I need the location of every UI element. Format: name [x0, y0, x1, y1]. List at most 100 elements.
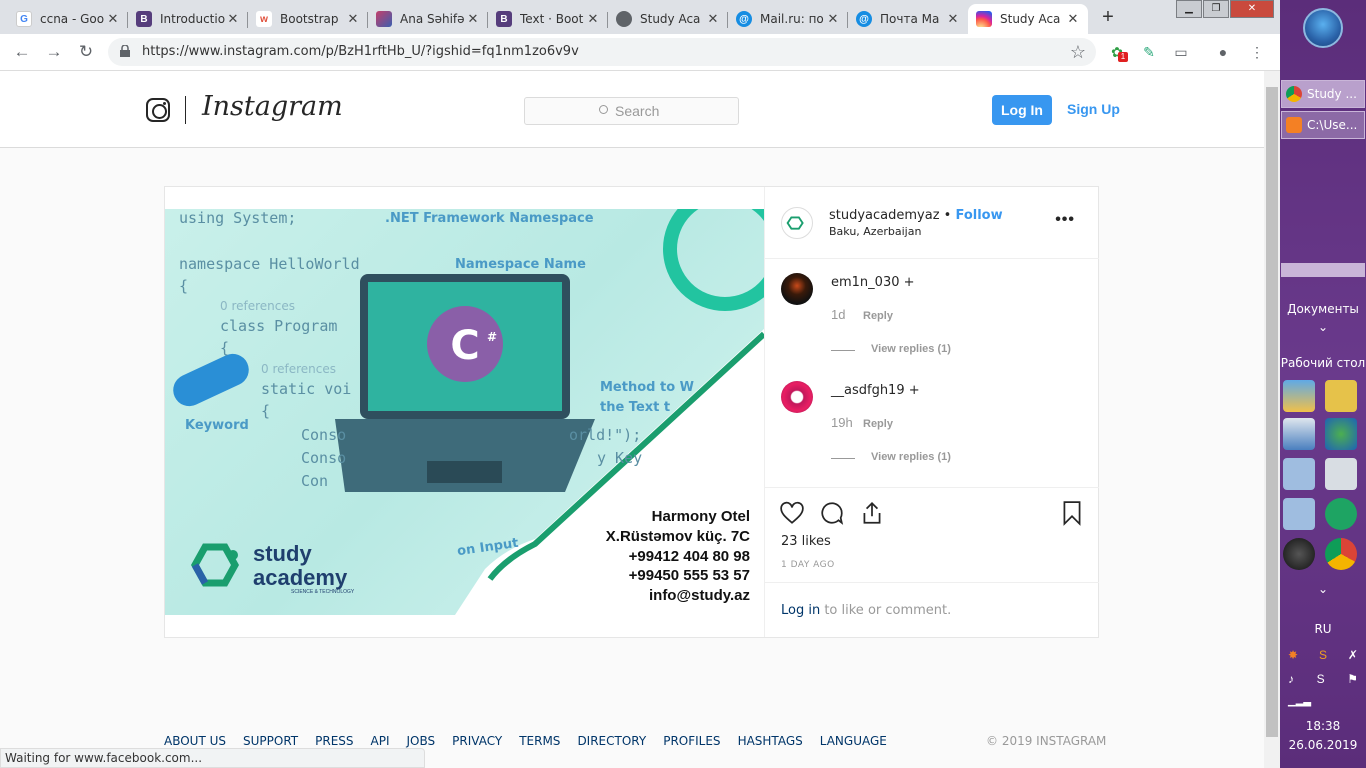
volume-icon[interactable]: ♪	[1288, 672, 1294, 688]
cast-icon[interactable]: ▭	[1172, 43, 1190, 61]
tab-study-academy-active[interactable]: Study Aca ✕	[968, 4, 1088, 34]
control-panel-icon[interactable]	[1283, 498, 1315, 530]
profile-icon[interactable]: ●	[1214, 43, 1232, 61]
bookmark-star-icon[interactable]: ☆	[1070, 42, 1086, 63]
close-icon[interactable]: ✕	[586, 11, 600, 27]
chevron-down-icon[interactable]: ⌄	[1280, 320, 1366, 334]
close-icon[interactable]: ✕	[466, 11, 480, 27]
account-name[interactable]: studyacademyaz • Follow	[829, 208, 1003, 223]
user-folder-icon[interactable]	[1325, 380, 1357, 412]
tab-pochta[interactable]: @ Почта Ма ✕	[848, 4, 968, 34]
footer-link-hashtags[interactable]: HASHTAGS	[738, 734, 803, 748]
post-image[interactable]: C # using System; .NET Framework Namespa…	[165, 209, 764, 615]
computer-icon[interactable]	[1283, 418, 1315, 450]
extension-icon[interactable]: ✿ 1	[1108, 43, 1128, 62]
close-icon[interactable]: ✕	[226, 11, 240, 27]
instagram-wordmark[interactable]: Instagram	[202, 91, 343, 122]
forward-arrow-icon[interactable]: →	[44, 42, 64, 62]
close-icon[interactable]: ✕	[826, 11, 840, 27]
follow-button[interactable]: Follow	[955, 208, 1002, 223]
tab-mailru[interactable]: @ Mail.ru: по ✕	[728, 4, 848, 34]
comment-time[interactable]: 19h	[831, 415, 853, 430]
taskbar-item-sublime[interactable]: C:\Use...	[1281, 111, 1365, 139]
bookmark-icon[interactable]	[1059, 500, 1085, 526]
close-window-button[interactable]: ✕	[1230, 0, 1274, 18]
view-replies-button[interactable]: View replies (1)	[871, 343, 951, 355]
avatar[interactable]	[781, 207, 813, 239]
close-icon[interactable]: ✕	[346, 11, 360, 27]
avatar[interactable]	[781, 381, 813, 413]
tab-bootstrap[interactable]: w Bootstrap ✕	[248, 4, 368, 34]
app-icon[interactable]	[1325, 498, 1357, 530]
recycle-bin-icon[interactable]	[1325, 458, 1357, 490]
instagram-glyph-icon[interactable]	[146, 98, 170, 122]
clip-extension-icon[interactable]: ✎	[1140, 43, 1158, 61]
new-tab-button[interactable]: +	[1095, 6, 1121, 28]
more-options-icon[interactable]: •••	[1055, 211, 1075, 229]
menu-dots-icon[interactable]: ⋮	[1248, 43, 1266, 61]
taskbar-item-chrome[interactable]: Study ...	[1281, 80, 1365, 108]
comment-username[interactable]: __asdfgh19 +	[831, 383, 920, 398]
network-icon[interactable]	[1325, 418, 1357, 450]
signup-link[interactable]: Sign Up	[1067, 101, 1120, 117]
heart-icon[interactable]	[779, 500, 805, 526]
login-link[interactable]: Log in	[781, 603, 820, 618]
maximize-button[interactable]: ❐	[1203, 0, 1229, 18]
tab-ccna[interactable]: G ccna - Goo ✕	[8, 4, 128, 34]
vertical-scrollbar[interactable]	[1264, 71, 1280, 768]
username-link[interactable]: studyacademyaz	[829, 208, 940, 223]
reply-button[interactable]: Reply	[863, 418, 893, 430]
chrome-icon[interactable]	[1325, 538, 1357, 570]
tab-introduction[interactable]: B Introductio ✕	[128, 4, 248, 34]
likes-count[interactable]: 23 likes	[781, 534, 831, 549]
footer-link-press[interactable]: PRESS	[315, 734, 353, 748]
toolbar-scroller[interactable]	[1281, 263, 1365, 277]
documents-toolbar-label[interactable]: Документы	[1280, 302, 1366, 316]
address-bar[interactable]: https://www.instagram.com/p/BzH1rftHb_U/…	[108, 38, 1096, 66]
footer-link-terms[interactable]: TERMS	[519, 734, 560, 748]
clock-time[interactable]: 18:38	[1280, 719, 1366, 733]
footer-link-privacy[interactable]: PRIVACY	[452, 734, 502, 748]
comment-icon[interactable]	[819, 500, 845, 526]
mute-icon[interactable]: ✗	[1348, 648, 1358, 664]
start-button[interactable]	[1303, 8, 1343, 48]
close-icon[interactable]: ✕	[706, 11, 720, 27]
desktop-toolbar-label[interactable]: Рабочий стол	[1280, 356, 1366, 370]
signal-icon[interactable]: ▁▂▃	[1288, 696, 1311, 707]
reply-button[interactable]: Reply	[863, 310, 893, 322]
close-icon[interactable]: ✕	[946, 11, 960, 27]
footer-link-language[interactable]: LANGUAGE	[820, 734, 887, 748]
close-icon[interactable]: ✕	[106, 11, 120, 27]
flag-icon[interactable]: ⚑	[1347, 672, 1358, 688]
scrollbar-thumb[interactable]	[1266, 87, 1278, 737]
minimize-button[interactable]: ▁	[1176, 0, 1202, 18]
tray-app-icon[interactable]: ✸	[1288, 648, 1298, 664]
back-arrow-icon[interactable]: ←	[12, 42, 32, 62]
footer-link-profiles[interactable]: PROFILES	[663, 734, 720, 748]
clock-date[interactable]: 26.06.2019	[1280, 738, 1366, 752]
comment-time[interactable]: 1d	[831, 307, 845, 322]
tab-text-bootstrap[interactable]: B Text · Boot ✕	[488, 4, 608, 34]
skype-icon[interactable]: S	[1317, 672, 1325, 688]
folder-icon[interactable]	[1283, 380, 1315, 412]
footer-link-support[interactable]: SUPPORT	[243, 734, 298, 748]
tab-study-academy-1[interactable]: Study Aca ✕	[608, 4, 728, 34]
app-icon[interactable]	[1283, 538, 1315, 570]
language-indicator[interactable]: RU	[1280, 622, 1366, 636]
reload-icon[interactable]: ↻	[76, 42, 96, 62]
comment-username[interactable]: em1n_030 +	[831, 275, 915, 290]
search-input[interactable]: Search	[524, 97, 739, 125]
close-icon[interactable]: ✕	[1066, 11, 1080, 27]
footer-link-api[interactable]: API	[371, 734, 390, 748]
tray-s-icon[interactable]: S	[1319, 648, 1327, 664]
footer-link-about[interactable]: ABOUT US	[164, 734, 226, 748]
footer-link-directory[interactable]: DIRECTORY	[577, 734, 646, 748]
footer-link-jobs[interactable]: JOBS	[407, 734, 436, 748]
avatar[interactable]	[781, 273, 813, 305]
share-icon[interactable]	[859, 500, 885, 526]
login-button[interactable]: Log In	[992, 95, 1052, 125]
control-panel-icon[interactable]	[1283, 458, 1315, 490]
chevron-down-icon[interactable]: ⌄	[1280, 582, 1366, 596]
view-replies-button[interactable]: View replies (1)	[871, 451, 951, 463]
tab-ana-sehife[interactable]: Ana Səhifə ✕	[368, 4, 488, 34]
